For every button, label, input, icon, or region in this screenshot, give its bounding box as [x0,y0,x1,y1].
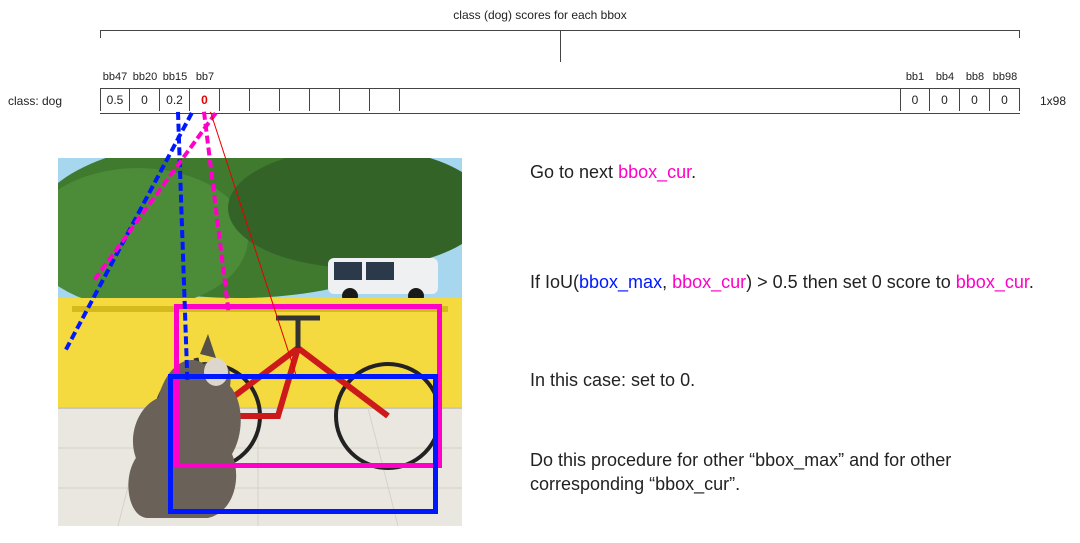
cell-empty-5 [340,89,370,111]
bbox-max [168,374,438,514]
cell-empty-6 [370,89,400,111]
class-label: class: dog [8,94,62,108]
bbox-cur-ref-2: bbox_cur [672,272,746,292]
hdr-bb15: bb15 [160,71,190,87]
cell-bb1: 0 [900,89,930,111]
top-bracket [100,30,1020,64]
image-area [58,158,462,526]
cell-bb20: 0 [130,89,160,111]
score-row: bb47 0.5 bb20 0 bb15 0.2 bb7 0 bb1 0 bb4… [100,88,1020,114]
cell-bb8: 0 [960,89,990,111]
text-line-4: Do this procedure for other “bbox_max” a… [530,448,1040,497]
bbox-cur-ref-1: bbox_cur [618,162,691,182]
hdr-bb7: bb7 [190,71,220,87]
hdr-bb47: bb47 [100,71,130,87]
bbox-max-ref: bbox_max [579,272,662,292]
hdr-bb98: bb98 [990,71,1020,87]
cell-empty-4 [310,89,340,111]
hdr-bb1: bb1 [900,71,930,87]
dim-label: 1x98 [1040,94,1066,108]
cell-bb7: 0 [190,89,220,111]
cell-bb4: 0 [930,89,960,111]
text-line-1c: . [691,162,696,182]
top-title: class (dog) scores for each bbox [0,8,1080,22]
text-line-2g: . [1029,272,1034,292]
cell-empty-1 [220,89,250,111]
text-line-3: In this case: set to 0. [530,368,1040,392]
diagram-page: class (dog) scores for each bbox class: … [0,0,1080,543]
text-line-2e: ) > 0.5 then set 0 score to [746,272,956,292]
bbox-cur-ref-3: bbox_cur [956,272,1029,292]
cell-bb98: 0 [990,89,1020,111]
text-line-1a: Go to next [530,162,618,182]
cell-bb15: 0.2 [160,89,190,111]
cell-empty-3 [280,89,310,111]
cell-empty-2 [250,89,280,111]
text-line-2a: If IoU( [530,272,579,292]
text-line-2: If IoU(bbox_max, bbox_cur) > 0.5 then se… [530,270,1040,294]
hdr-bb20: bb20 [130,71,160,87]
text-line-2c: , [662,272,672,292]
text-line-1: Go to next bbox_cur. [530,160,1040,184]
hdr-bb8: bb8 [960,71,990,87]
hdr-bb4: bb4 [930,71,960,87]
cell-bb47: 0.5 [100,89,130,111]
